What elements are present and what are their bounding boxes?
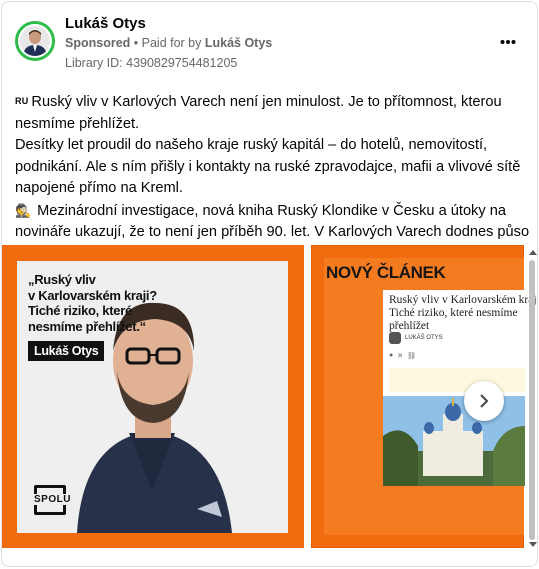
post-text-line: nesmíme přehlížet. [15,115,140,132]
campaign-quote: „Ruský vliv v Karlovarském kraji? Tiché … [28,272,157,334]
author-name[interactable]: Lukáš Otys [65,15,146,32]
avatar-photo [20,26,50,56]
post-text: RU Ruský vliv v Karlových Varech není jen… [15,91,530,244]
chevron-right-icon [480,394,489,408]
meta-separator: • [130,36,142,50]
more-horizontal-icon [500,40,516,44]
sponsorship-line: Sponsored • Paid for by Lukáš Otys [65,36,272,50]
ru-flag-icon: RU [15,96,29,106]
detective-icon: 🕵 [15,202,32,218]
article-note-box [389,368,525,392]
author-avatar[interactable] [15,21,55,61]
side-disclaimer [291,265,301,335]
article-title: Ruský vliv v Karlovarském kraji: Tiché r… [389,294,538,332]
link-icon: ⛓ [407,353,416,360]
new-article-heading: NOVÝ ČLÁNEK [326,263,446,282]
post-text-line: Desítky let proudil do našeho kraje rusk… [15,137,488,153]
candidate-name-tag: Lukáš Otys [28,341,105,361]
post-text-line: novináře ukazují, že to není jen příběh … [15,224,530,240]
post-text-line: RU Ruský vliv v Karlových Varech není jen… [15,94,502,110]
sponsored-label: Sponsored [65,36,131,50]
paid-for-prefix: Paid for by [141,36,205,50]
post-text-line: 🕵 Mezinárodní investigace, nová kniha Ru… [15,200,530,223]
ad-post-card: Lukáš Otys Sponsored • Paid for by Lukáš… [1,1,538,567]
library-id: Library ID: 4390829754481205 [65,56,238,70]
article-author: LUKÁŠ OTYS [389,332,443,344]
media-carousel: „Ruský vliv v Karlovarském kraji? Tiché … [2,245,537,548]
more-options-button[interactable] [496,32,520,52]
post-text-line: podnikání. Ale s ním přišly i kontakty n… [15,158,521,175]
spolu-logo-text: SPOLU [32,494,73,505]
scroll-up-arrow[interactable] [529,250,537,255]
x-icon: ✕ [397,353,404,360]
post-text-line: napojené přímo na Kreml. [15,180,183,196]
article-share-icons: ● ✕ ⛓ [389,352,416,360]
carousel-next-button[interactable] [464,381,504,421]
scrollbar-thumb[interactable] [529,260,535,540]
candidate-portrait: „Ruský vliv v Karlovarském kraji? Tiché … [17,261,288,533]
article-preview: Ruský vliv v Karlovarském kraji: Tiché r… [383,290,537,486]
facebook-icon: ● [389,352,394,359]
author-thumb [389,332,401,344]
scroll-down-arrow[interactable] [529,542,537,547]
article-church-photo [383,396,525,486]
carousel-slide-1[interactable]: „Ruský vliv v Karlovarském kraji? Tiché … [2,245,304,548]
paid-for-name[interactable]: Lukáš Otys [205,36,272,50]
